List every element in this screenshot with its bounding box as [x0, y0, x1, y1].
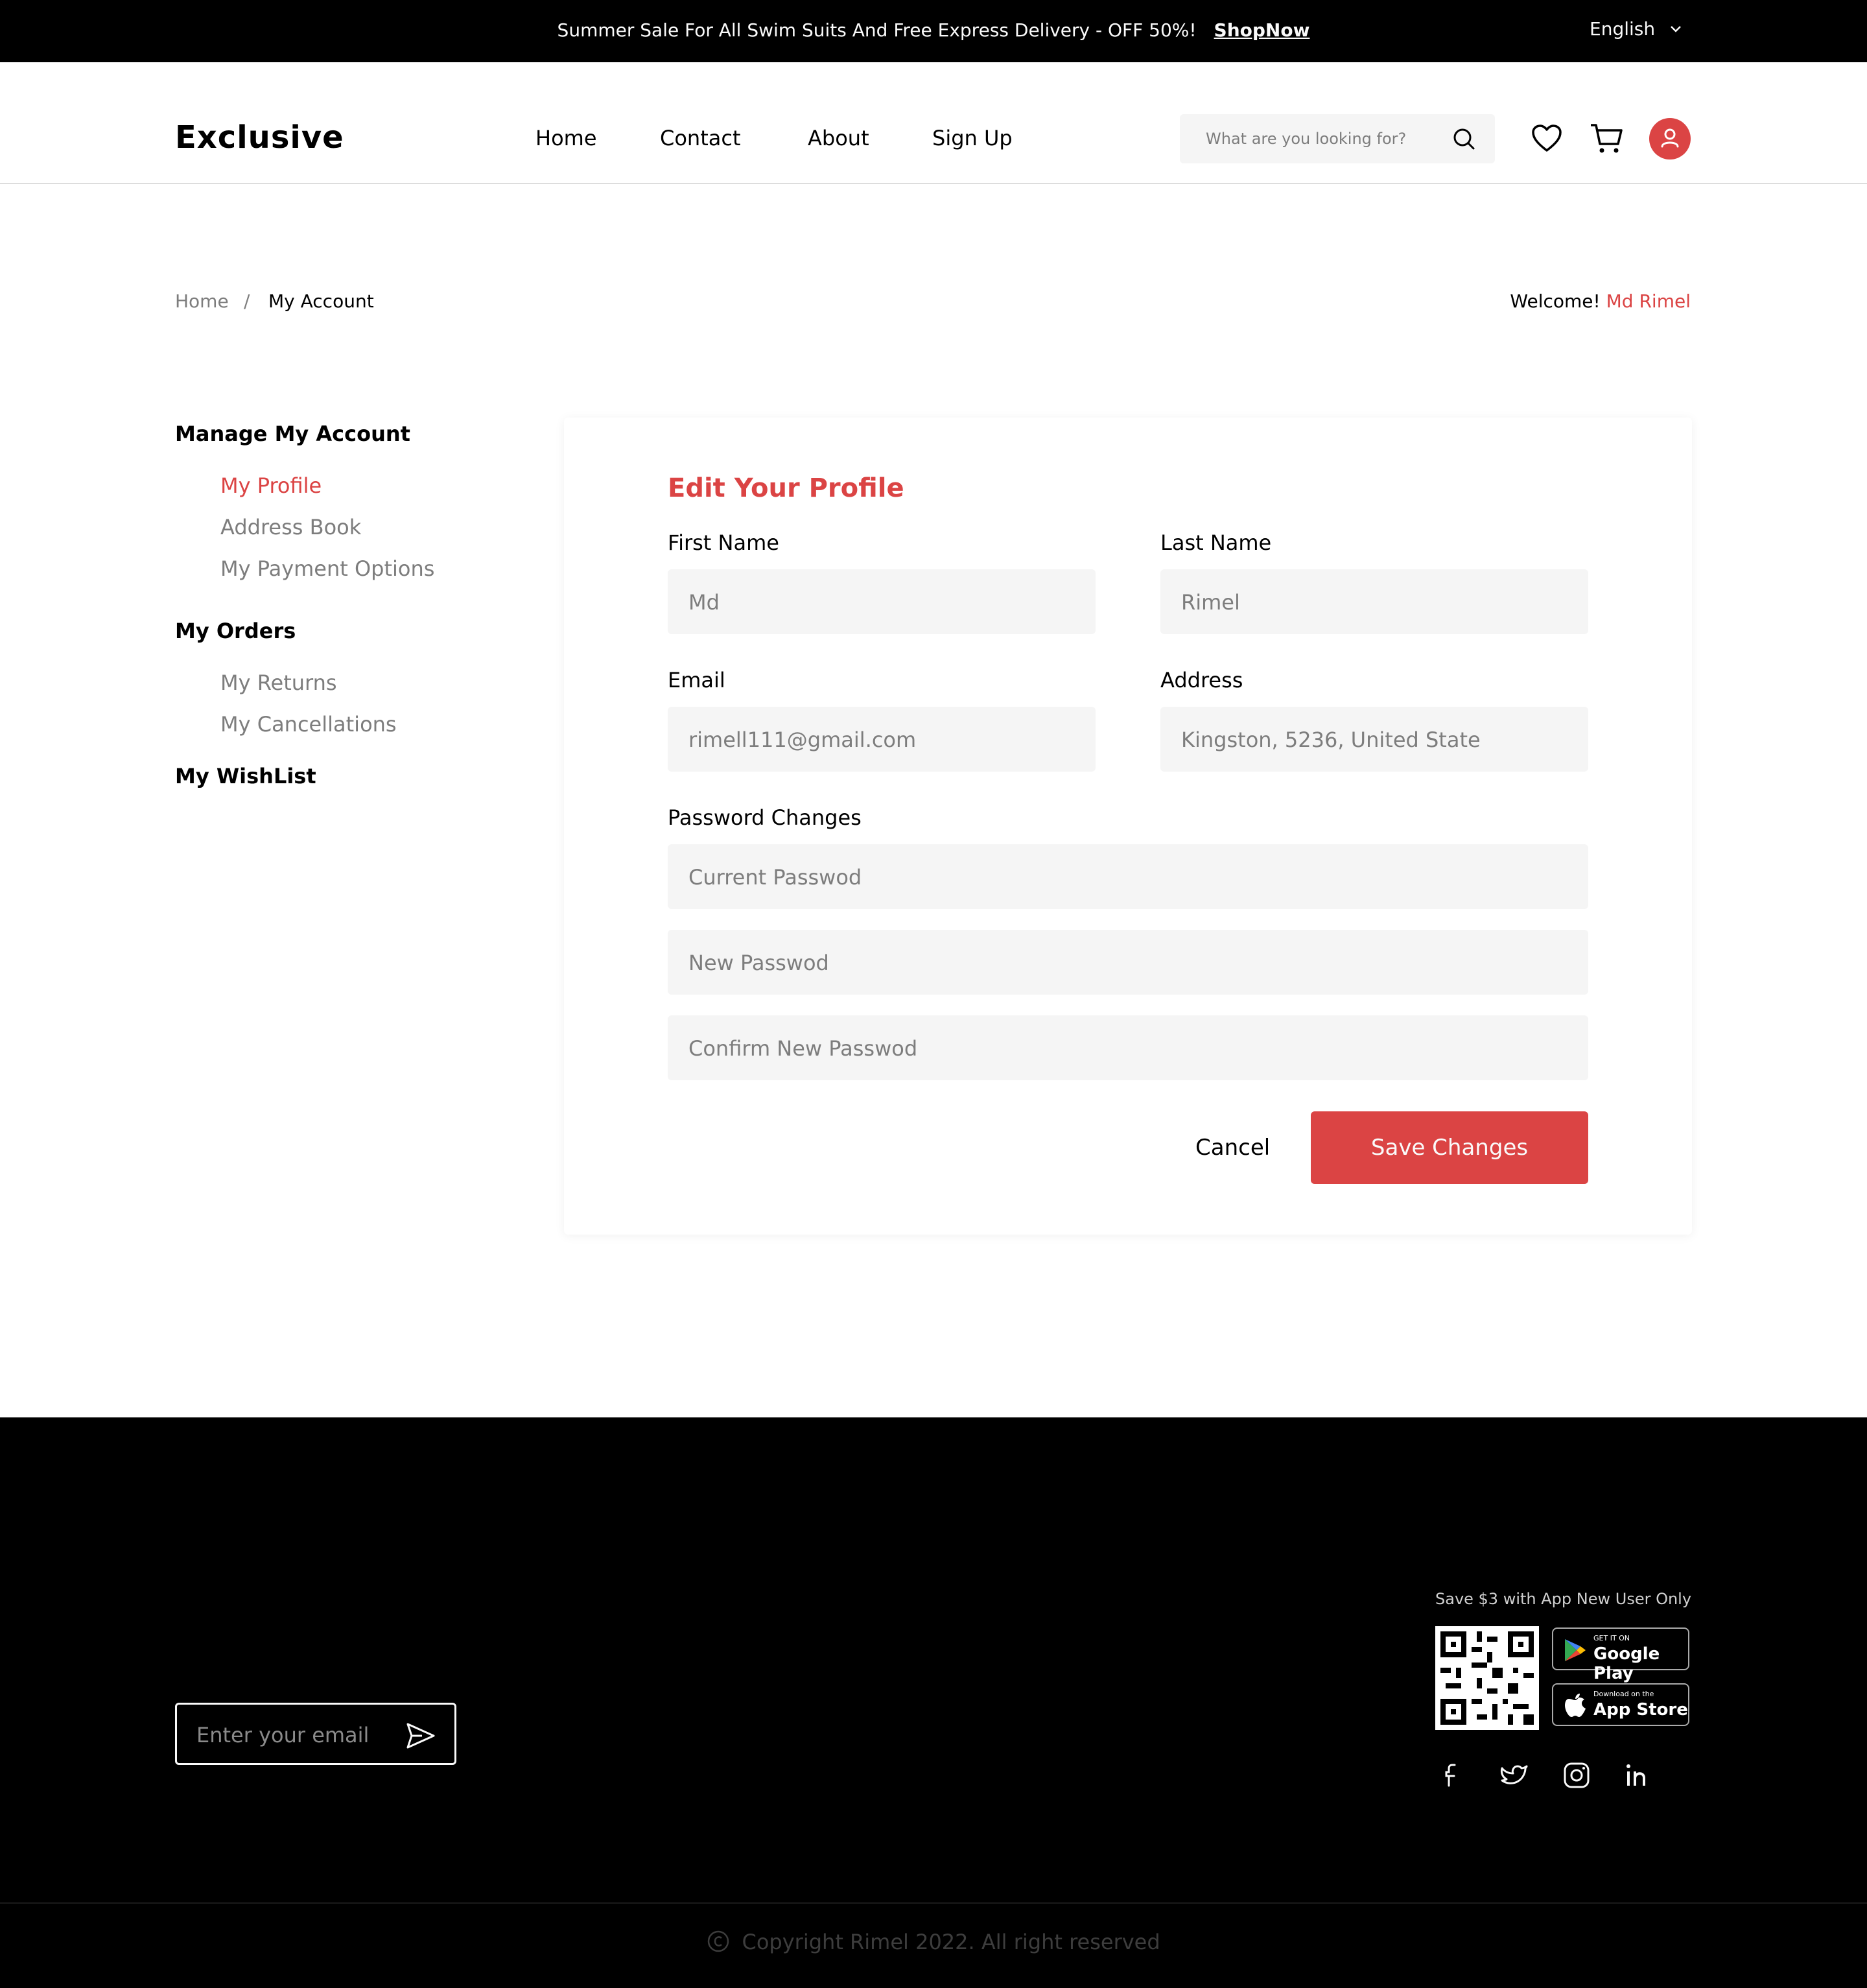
sidebar-item-address-book[interactable]: Address Book [220, 515, 361, 539]
footer-link-wishlist[interactable]: Wishlist [909, 1747, 989, 1771]
site-logo[interactable]: Exclusive [175, 119, 344, 156]
sidebar-wishlist-heading[interactable]: My WishList [175, 764, 316, 788]
footer-link-contact[interactable]: Contact [1181, 1747, 1262, 1771]
nav-contact[interactable]: Contact [660, 126, 741, 150]
footer-divider [0, 1902, 1867, 1904]
heart-icon[interactable] [1530, 122, 1564, 156]
current-password-field[interactable]: Current Passwod [668, 844, 1588, 909]
shop-now-link[interactable]: ShopNow [1214, 19, 1310, 41]
welcome-message: Welcome! Md Rimel [1510, 290, 1691, 312]
footer-link-login-register[interactable]: Login / Register [909, 1643, 1070, 1668]
cancel-button[interactable]: Cancel [1195, 1135, 1270, 1161]
app-store-text: App Store [1593, 1700, 1688, 1720]
breadcrumb-home[interactable]: Home [175, 290, 229, 312]
welcome-prefix: Welcome! [1510, 290, 1601, 312]
email-value: rimell111@gmail.com [688, 728, 917, 752]
footer-download-app-heading: Download App [1435, 1521, 1623, 1551]
send-icon[interactable] [405, 1720, 436, 1751]
user-avatar[interactable] [1649, 118, 1691, 160]
new-password-placeholder: New Passwod [688, 951, 829, 975]
footer-quick-link-heading: Quick Link [1181, 1521, 1316, 1551]
footer-support-email[interactable]: exclusive@gmail.com [569, 1674, 795, 1699]
footer-support-phone[interactable]: +88015-88888-9999 [569, 1726, 786, 1751]
first-name-value: Md [688, 590, 720, 615]
save-changes-button[interactable]: Save Changes [1311, 1111, 1588, 1184]
welcome-user-name: Md Rimel [1606, 290, 1691, 312]
footer-link-faq[interactable]: FAQ [1181, 1695, 1221, 1720]
search-bar[interactable]: What are you looking for? [1180, 114, 1495, 163]
google-play-icon [1565, 1639, 1586, 1661]
footer-support-address-2: DH 1515, Bangladesh. [569, 1622, 802, 1647]
instagram-icon[interactable] [1560, 1758, 1593, 1792]
app-store-badge[interactable]: Download on the App Store [1552, 1683, 1689, 1726]
new-password-field[interactable]: New Passwod [668, 930, 1588, 995]
address-field[interactable]: Kingston, 5236, United State [1160, 707, 1588, 772]
confirm-password-field[interactable]: Confirm New Passwod [668, 1015, 1588, 1080]
footer-link-shop[interactable]: Shop [909, 1799, 961, 1823]
qr-code [1435, 1626, 1539, 1730]
footer-app-note: Save $3 with App New User Only [1435, 1590, 1692, 1608]
address-label: Address [1160, 668, 1243, 692]
chevron-down-icon [1671, 25, 1681, 32]
google-play-text: Google Play [1593, 1644, 1660, 1683]
footer-link-privacy-policy[interactable]: Privacy Policy [1181, 1591, 1322, 1616]
linkedin-icon[interactable] [1622, 1758, 1656, 1792]
nav-sign-up[interactable]: Sign Up [932, 126, 1013, 150]
language-selector[interactable]: English [1590, 18, 1684, 40]
sidebar-item-payment-options[interactable]: My Payment Options [220, 556, 434, 581]
current-password-placeholder: Current Passwod [688, 865, 862, 890]
user-icon [1661, 128, 1679, 148]
sidebar-manage-heading[interactable]: Manage My Account [175, 421, 410, 446]
promo-text: Summer Sale For All Swim Suits And Free … [557, 19, 1197, 41]
edit-profile-title: Edit Your Profile [668, 473, 904, 503]
footer-email-placeholder: Enter your email [196, 1723, 370, 1747]
twitter-icon[interactable] [1497, 1758, 1531, 1792]
footer-email-input[interactable]: Enter your email [175, 1703, 456, 1765]
footer-link-my-account[interactable]: My Account [909, 1591, 1029, 1616]
last-name-label: Last Name [1160, 530, 1272, 555]
nav-about[interactable]: About [808, 126, 869, 150]
footer-logo[interactable]: Exclusive [175, 1517, 344, 1554]
footer-link-cart[interactable]: Cart [909, 1695, 953, 1720]
promo-message: Summer Sale For All Swim Suits And Free … [0, 19, 1867, 41]
breadcrumb-separator: / [244, 290, 250, 312]
footer-link-terms-of-use[interactable]: Terms Of Use [1181, 1643, 1318, 1668]
last-name-value: Rimel [1181, 590, 1240, 615]
sidebar-item-my-returns[interactable]: My Returns [220, 670, 337, 695]
sidebar-item-my-profile[interactable]: My Profile [220, 473, 322, 498]
apple-icon [1565, 1694, 1586, 1717]
first-name-label: First Name [668, 530, 779, 555]
email-field[interactable]: rimell111@gmail.com [668, 707, 1096, 772]
search-input[interactable]: What are you looking for? [1206, 130, 1406, 148]
address-value: Kingston, 5236, United State [1181, 728, 1481, 752]
breadcrumb-current: My Account [268, 290, 374, 312]
copyright-text: Copyright Rimel 2022. All right reserved [742, 1930, 1160, 1954]
footer-offer-text: Get 10% off your first order [175, 1653, 461, 1678]
nav-home[interactable]: Home [535, 126, 597, 150]
app-store-small-text: Download on the [1593, 1690, 1654, 1698]
language-label: English [1590, 18, 1656, 40]
footer-subscribe-heading: Subscribe [175, 1585, 303, 1615]
first-name-field[interactable]: Md [668, 569, 1096, 634]
footer-support-address-1: 111 Bijoy sarani, Dhaka, [569, 1591, 823, 1616]
copyright-icon [708, 1930, 729, 1952]
confirm-password-placeholder: Confirm New Passwod [688, 1036, 918, 1061]
email-label: Email [668, 668, 725, 692]
top-banner: Summer Sale For All Swim Suits And Free … [0, 0, 1867, 62]
google-play-small-text: GET IT ON [1593, 1634, 1630, 1642]
copyright: Copyright Rimel 2022. All right reserved [0, 1930, 1867, 1954]
sidebar-item-my-cancellations[interactable]: My Cancellations [220, 712, 397, 737]
sidebar-orders-heading[interactable]: My Orders [175, 619, 296, 643]
google-play-badge[interactable]: GET IT ON Google Play [1552, 1627, 1689, 1683]
password-changes-label: Password Changes [668, 805, 862, 830]
last-name-field[interactable]: Rimel [1160, 569, 1588, 634]
cart-icon[interactable] [1590, 122, 1623, 156]
facebook-icon[interactable] [1435, 1758, 1469, 1792]
search-icon[interactable] [1451, 126, 1477, 152]
footer-account-heading: Account [909, 1521, 1014, 1551]
site-header: Exclusive [0, 62, 1867, 184]
footer-support-heading: Support [569, 1521, 672, 1551]
